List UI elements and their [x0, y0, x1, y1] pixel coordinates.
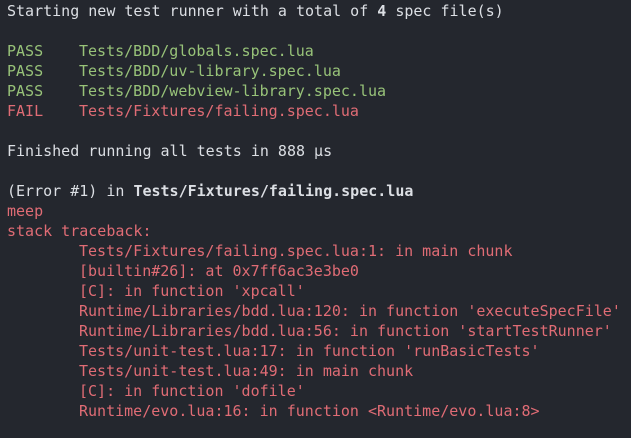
- result-line: FAIL Tests/Fixtures/failing.spec.lua: [7, 101, 631, 121]
- result-file: Tests/Fixtures/failing.spec.lua: [79, 102, 359, 120]
- traceback-frame: Runtime/Libraries/bdd.lua:120: in functi…: [79, 302, 621, 320]
- result-status: FAIL: [7, 102, 44, 120]
- error-message: meep: [7, 202, 44, 220]
- result-status: PASS: [7, 82, 44, 100]
- error-file: Tests/Fixtures/failing.spec.lua: [133, 182, 414, 200]
- header-suffix: spec file(s): [386, 2, 504, 20]
- header-line: Starting new test runner with a total of…: [7, 1, 631, 21]
- result-file: Tests/BDD/uv-library.spec.lua: [79, 62, 341, 80]
- traceback-frame: [C]: in function 'dofile': [79, 382, 305, 400]
- traceback-label: stack traceback:: [7, 222, 152, 240]
- error-prefix: (Error #1) in: [7, 182, 134, 200]
- traceback-frame: Runtime/Libraries/bdd.lua:56: in functio…: [79, 322, 612, 340]
- error-header: (Error #1) in Tests/Fixtures/failing.spe…: [7, 181, 631, 201]
- header-prefix: Starting new test runner with a total of: [7, 2, 378, 20]
- traceback-frame: Tests/unit-test.lua:17: in function 'run…: [79, 342, 540, 360]
- result-file: Tests/BDD/globals.spec.lua: [79, 42, 314, 60]
- result-file: Tests/BDD/webview-library.spec.lua: [79, 82, 387, 100]
- traceback-frame: Runtime/evo.lua:16: in function <Runtime…: [79, 402, 540, 420]
- traceback-frame: Tests/unit-test.lua:49: in main chunk: [79, 362, 414, 380]
- summary-line: Finished running all tests in 888 µs: [7, 142, 333, 160]
- result-line: PASS Tests/BDD/webview-library.spec.lua: [7, 81, 631, 101]
- spec-count: 4: [377, 2, 387, 20]
- traceback-frame: [builtin#26]: at 0x7ff6ac3e3be0: [79, 262, 359, 280]
- result-status: PASS: [7, 62, 44, 80]
- terminal-output[interactable]: Starting new test runner with a total of…: [0, 0, 631, 438]
- result-line: PASS Tests/BDD/globals.spec.lua: [7, 41, 631, 61]
- result-line: PASS Tests/BDD/uv-library.spec.lua: [7, 61, 631, 81]
- traceback-frame: Tests/Fixtures/failing.spec.lua:1: in ma…: [79, 242, 513, 260]
- traceback-frame: [C]: in function 'xpcall': [79, 282, 305, 300]
- result-status: PASS: [7, 42, 44, 60]
